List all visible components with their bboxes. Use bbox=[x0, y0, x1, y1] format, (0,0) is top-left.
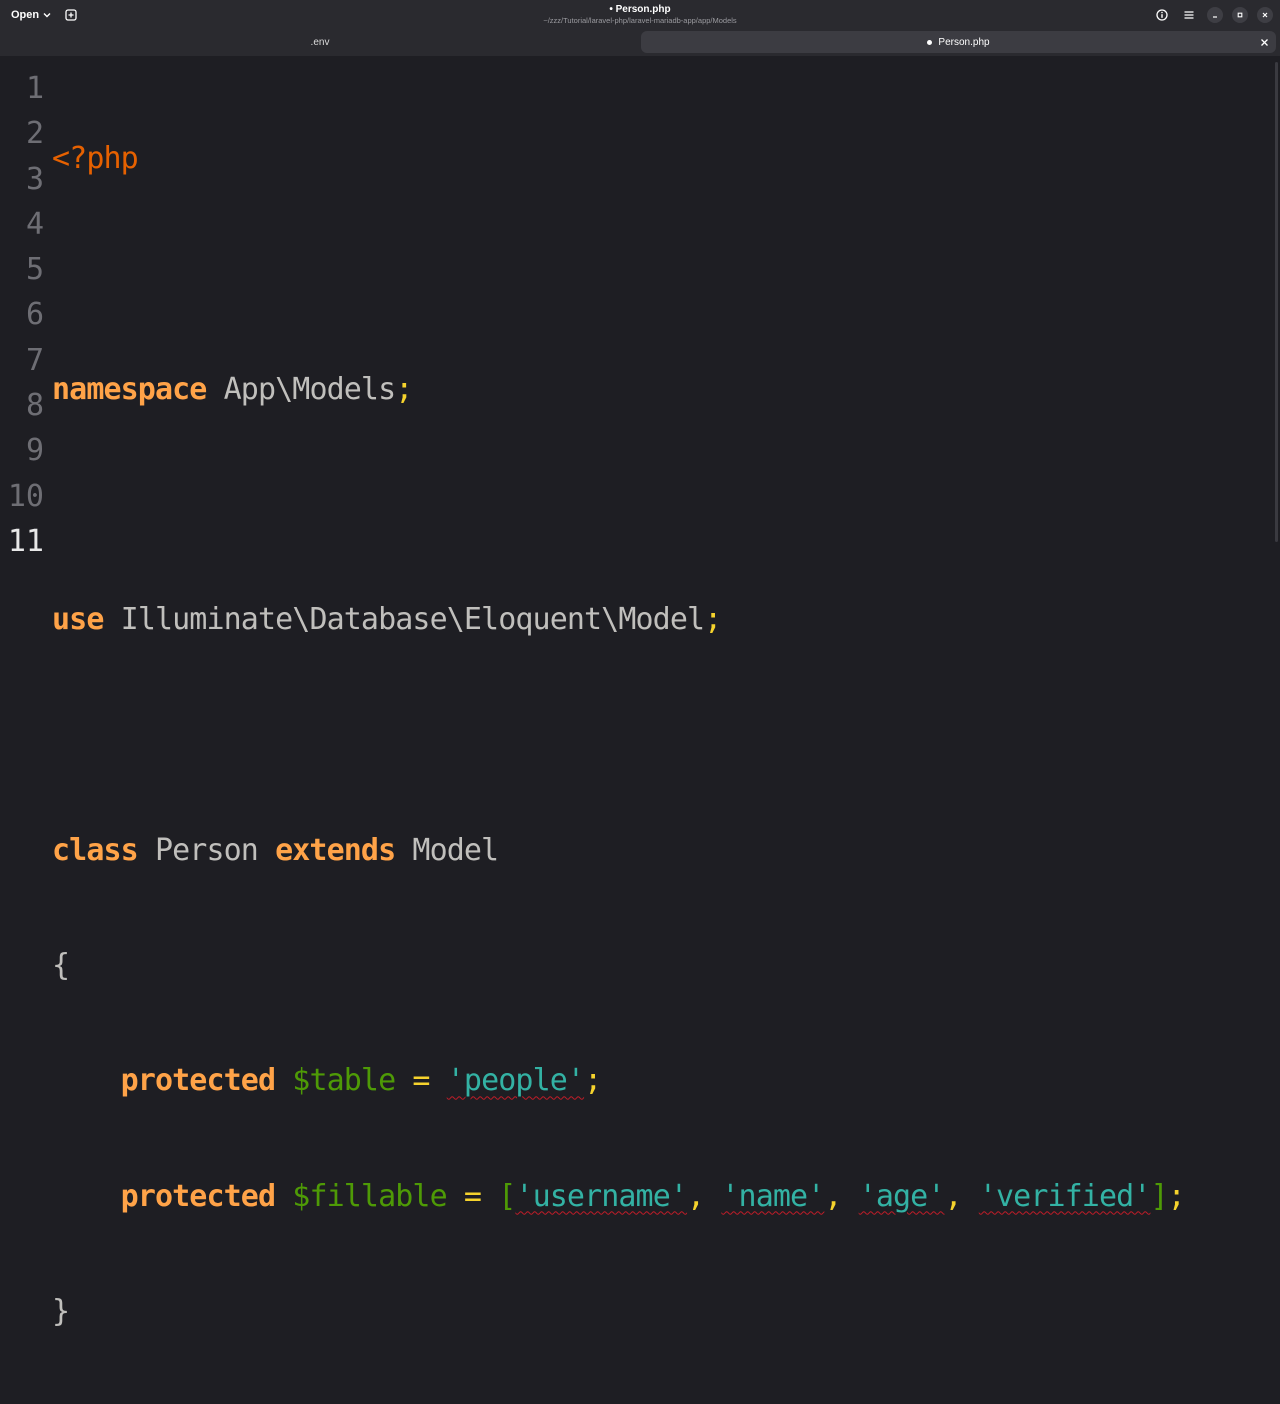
tab-label: .env bbox=[310, 36, 330, 48]
info-button[interactable] bbox=[1153, 6, 1171, 24]
minimize-button[interactable] bbox=[1207, 7, 1223, 23]
new-tab-icon bbox=[65, 9, 77, 21]
open-label: Open bbox=[11, 9, 40, 21]
class-name: Person bbox=[137, 832, 276, 868]
maximize-button[interactable] bbox=[1232, 7, 1248, 23]
php-open-tag: <?php bbox=[52, 141, 139, 176]
line-number: 7 bbox=[25, 342, 44, 378]
operator: = bbox=[395, 1063, 447, 1099]
keyword: namespace bbox=[52, 371, 207, 407]
window-title: • Person.php ~/zzz/Tutorial/laravel-php/… bbox=[440, 3, 840, 26]
document-title: • Person.php bbox=[609, 4, 671, 15]
parent-class-name: Model bbox=[395, 832, 499, 868]
brace: } bbox=[52, 1293, 70, 1329]
comma: , bbox=[687, 1178, 722, 1214]
variable: $table bbox=[275, 1063, 396, 1099]
document-path: ~/zzz/Tutorial/laravel-php/laravel-maria… bbox=[543, 16, 737, 25]
variable: $fillable bbox=[275, 1178, 447, 1214]
semicolon: ; bbox=[395, 371, 413, 407]
info-icon bbox=[1156, 9, 1168, 21]
tab-env[interactable]: .env bbox=[0, 31, 640, 53]
semicolon: ; bbox=[704, 602, 722, 638]
tab-label: Person.php bbox=[938, 36, 990, 48]
code-line: <?php bbox=[52, 136, 1185, 181]
keyword: class bbox=[52, 832, 139, 868]
line-number-gutter: 1 2 3 4 5 6 7 8 9 10 11 bbox=[0, 66, 44, 564]
code-line: { bbox=[52, 943, 1185, 988]
line-number: 9 bbox=[25, 433, 44, 469]
string-literal: 'username' bbox=[515, 1178, 688, 1214]
code-text[interactable]: <?php namespace App\Models; use Illumina… bbox=[52, 66, 1186, 1404]
bracket: ] bbox=[1150, 1178, 1168, 1214]
code-editor[interactable]: 1 2 3 4 5 6 7 8 9 10 11 <?php namespace … bbox=[0, 56, 1280, 1329]
comma: , bbox=[944, 1178, 979, 1214]
string-literal: 'people' bbox=[446, 1063, 585, 1099]
line-number: 10 bbox=[7, 478, 44, 514]
close-tab-button[interactable] bbox=[1258, 36, 1270, 48]
new-tab-button[interactable] bbox=[61, 5, 81, 25]
modified-dot-icon bbox=[927, 39, 933, 45]
chevron-down-icon bbox=[43, 13, 51, 18]
line-number: 1 bbox=[25, 71, 44, 106]
namespace-name: App\Models bbox=[206, 371, 397, 407]
menu-icon bbox=[1184, 11, 1194, 19]
vertical-scrollbar[interactable] bbox=[1275, 62, 1278, 542]
code-line: class Person extends Model bbox=[52, 828, 1185, 873]
code-line: namespace App\Models; bbox=[52, 367, 1185, 412]
string-literal: 'verified' bbox=[978, 1178, 1152, 1214]
line-number: 6 bbox=[25, 297, 44, 333]
code-line: protected $table = 'people'; bbox=[52, 1058, 1185, 1103]
close-window-button[interactable] bbox=[1257, 7, 1273, 23]
maximize-icon bbox=[1237, 12, 1243, 18]
close-icon bbox=[1262, 12, 1268, 18]
code-line: protected $fillable = ['username', 'name… bbox=[52, 1174, 1186, 1219]
string-literal: 'name' bbox=[721, 1178, 825, 1214]
semicolon: ; bbox=[1167, 1178, 1186, 1214]
comma: , bbox=[824, 1178, 859, 1214]
import-name: Illuminate\Database\Eloquent\Model bbox=[103, 602, 705, 638]
header-bar: Open • Person.php ~/zzz/Tutorial/laravel… bbox=[0, 0, 1280, 30]
tab-person-php[interactable]: Person.php bbox=[641, 31, 1276, 53]
operator: = bbox=[446, 1178, 499, 1214]
bracket: [ bbox=[498, 1178, 516, 1214]
main-menu-button[interactable] bbox=[1180, 6, 1198, 24]
line-number: 3 bbox=[25, 161, 44, 197]
brace: { bbox=[52, 948, 70, 984]
code-line: use Illuminate\Database\Eloquent\Model; bbox=[52, 597, 1185, 642]
line-number: 4 bbox=[25, 206, 44, 242]
minimize-icon bbox=[1213, 16, 1217, 18]
keyword: use bbox=[52, 602, 104, 638]
semicolon: ; bbox=[584, 1063, 602, 1099]
open-button[interactable]: Open bbox=[6, 5, 57, 25]
code-line: } bbox=[52, 1289, 1185, 1334]
line-number: 2 bbox=[25, 116, 44, 152]
tab-bar: .env Person.php bbox=[0, 30, 1280, 56]
keyword: extends bbox=[275, 832, 396, 868]
string-literal: 'age' bbox=[858, 1178, 946, 1214]
line-number: 8 bbox=[25, 388, 44, 424]
keyword: protected bbox=[120, 1063, 276, 1099]
close-icon bbox=[1260, 38, 1268, 46]
keyword: protected bbox=[120, 1178, 276, 1214]
line-number-current: 11 bbox=[7, 523, 44, 559]
line-number: 5 bbox=[25, 252, 44, 288]
